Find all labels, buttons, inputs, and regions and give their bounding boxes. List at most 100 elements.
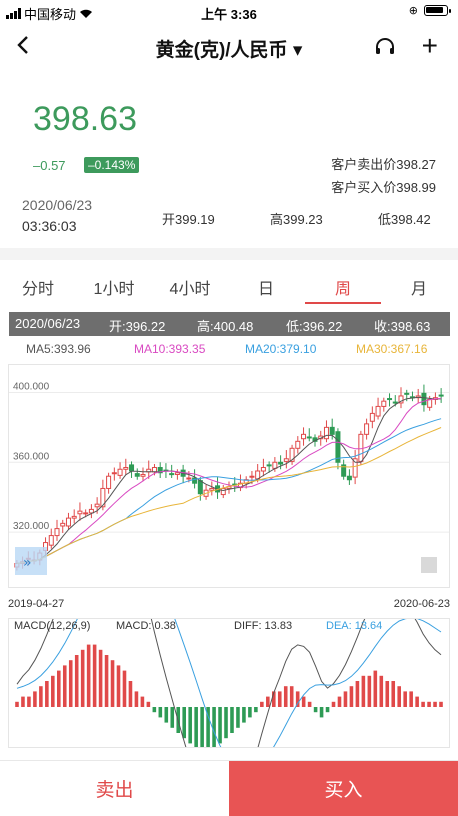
- diff-line: [16, 495, 442, 816]
- tab-1hour[interactable]: 1小时: [84, 275, 144, 299]
- macd-bar: [397, 686, 401, 707]
- quote-date: 2020/06/23: [22, 197, 93, 213]
- macd-bar: [74, 655, 79, 707]
- buy-button[interactable]: 买入: [229, 761, 458, 816]
- candle: [346, 475, 352, 481]
- headset-icon[interactable]: [374, 36, 396, 63]
- ma-legend: MA5:393.96 MA10:393.35 MA20:379.10 MA30:…: [0, 342, 458, 360]
- macd-svg: [15, 495, 443, 816]
- candle: [117, 468, 123, 476]
- macd-bar: [218, 707, 222, 744]
- candle: [329, 426, 335, 435]
- macd-bar: [92, 644, 97, 707]
- candle: [421, 392, 427, 406]
- candle: [260, 467, 266, 472]
- ma5-label: MA5:393.96: [26, 342, 91, 356]
- chart-end-date: 2020-06-23: [393, 598, 450, 610]
- ma20-label: MA20:379.10: [245, 342, 317, 356]
- macd-bar: [254, 707, 258, 713]
- candle: [369, 412, 375, 422]
- tab-4hour[interactable]: 4小时: [160, 275, 220, 299]
- macd-bar: [355, 681, 360, 707]
- client-buy-price: 客户买入价398.99: [331, 180, 436, 195]
- tab-week[interactable]: 周: [305, 275, 381, 304]
- macd-bar: [39, 686, 43, 707]
- macd-bar: [391, 681, 396, 707]
- ma10-label: MA10:393.35: [134, 342, 206, 356]
- macd-bar: [122, 670, 127, 707]
- macd-bar: [283, 686, 288, 707]
- info-close: 收:398.63: [374, 319, 431, 334]
- macd-bar: [146, 701, 151, 707]
- macd-bar: [373, 670, 378, 707]
- ma5-line: [16, 396, 442, 564]
- candle: [404, 392, 410, 395]
- info-low: 低:396.22: [286, 319, 343, 334]
- macd-bar: [361, 675, 366, 707]
- plus-icon[interactable]: +: [422, 30, 438, 62]
- ma30-line: [16, 427, 442, 564]
- candlestick-chart[interactable]: 400.000 360.000 320.000 »: [8, 364, 450, 588]
- candle: [249, 475, 255, 478]
- macd-bar: [80, 649, 85, 707]
- macd-bar: [134, 691, 139, 707]
- tab-day[interactable]: 日: [236, 275, 296, 299]
- candle: [278, 461, 284, 465]
- macd-bar: [325, 707, 330, 713]
- candle: [169, 473, 175, 476]
- info-open: 开:396.22: [109, 319, 166, 334]
- candle: [387, 398, 393, 401]
- dea-line: [16, 539, 442, 773]
- info-high: 高:400.48: [197, 319, 254, 334]
- y-tick-label: 320.000: [13, 521, 50, 532]
- macd-bar: [313, 707, 318, 713]
- macd-bar: [343, 691, 348, 707]
- trade-bar: 卖出 买入: [0, 760, 458, 816]
- dea-value: DEA: 13.64: [326, 620, 383, 632]
- sell-button[interactable]: 卖出: [0, 761, 229, 816]
- candle: [123, 467, 129, 470]
- macd-bar: [307, 701, 312, 707]
- change-percent-badge: –0.143%: [84, 157, 140, 173]
- macd-params: MACD(12,26,9): [14, 620, 91, 632]
- candle: [129, 464, 135, 472]
- fullscreen-icon: [421, 557, 437, 573]
- macd-bar: [301, 696, 306, 707]
- candle: [364, 423, 370, 435]
- macd-bar: [86, 644, 91, 707]
- chart-start-date: 2019-04-27: [8, 598, 65, 610]
- macd-bar: [152, 707, 157, 713]
- macd-bar: [33, 691, 37, 707]
- candle: [266, 464, 272, 467]
- macd-bar: [236, 707, 240, 728]
- candle: [65, 517, 71, 527]
- macd-bar: [116, 665, 121, 707]
- macd-bar: [51, 675, 55, 707]
- candle: [352, 458, 358, 478]
- macd-bar: [289, 686, 294, 707]
- status-time: 上午 3:36: [201, 7, 257, 22]
- candle: [220, 487, 226, 496]
- high-price: 高399.23: [270, 212, 323, 227]
- macd-bar: [27, 696, 31, 707]
- macd-bar: [45, 681, 49, 707]
- candle: [71, 515, 77, 519]
- macd-chart[interactable]: [8, 495, 450, 816]
- client-sell-price: 客户卖出价398.27: [331, 157, 436, 172]
- battery-icon: [424, 5, 451, 16]
- diff-value: DIFF: 13.83: [234, 620, 293, 632]
- macd-bar: [62, 665, 67, 707]
- tab-timeshare[interactable]: 分时: [8, 275, 68, 299]
- tab-month[interactable]: 月: [389, 275, 449, 299]
- macd-bar: [331, 701, 336, 707]
- kline-svg: 400.000 360.000 320.000 »: [9, 381, 449, 575]
- period-tabs: 分时 1小时 4小时 日 周 月: [0, 260, 458, 310]
- candle: [438, 394, 444, 397]
- macd-bar: [367, 675, 372, 707]
- macd-bar: [319, 707, 324, 718]
- macd-bar: [68, 660, 73, 707]
- macd-bar: [421, 701, 425, 707]
- candle: [77, 510, 83, 515]
- candle: [381, 400, 387, 407]
- macd-bar: [188, 707, 192, 744]
